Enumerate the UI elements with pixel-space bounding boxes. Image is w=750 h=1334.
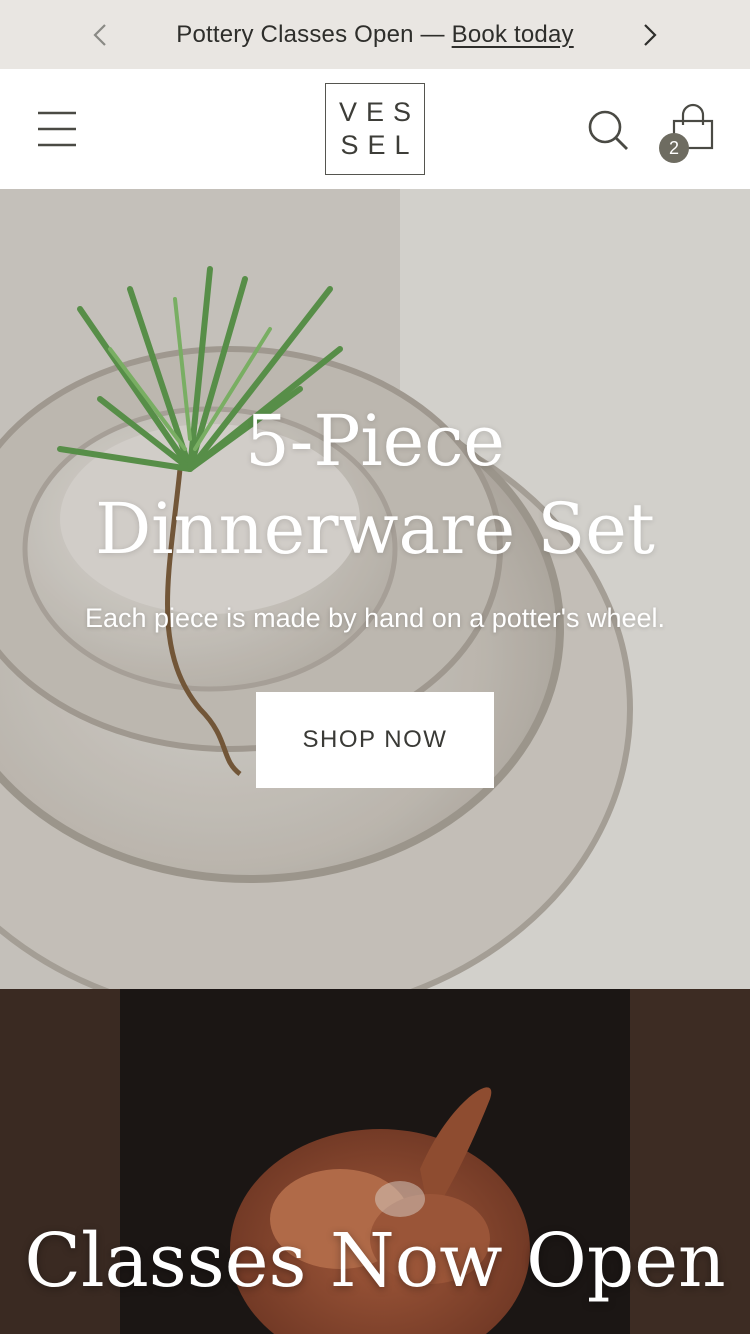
search-button[interactable]	[586, 108, 630, 152]
site-header: VES SEL 2	[0, 69, 750, 189]
hero-title: 5-Piece Dinnerware Set	[0, 397, 750, 573]
vessel-logo[interactable]: VES SEL	[325, 83, 425, 175]
announcement-prev-button[interactable]	[70, 0, 130, 69]
announcement-bar: Pottery Classes Open — Book today	[0, 0, 750, 69]
hero-title-line-1: 5-Piece	[245, 400, 505, 482]
book-today-link[interactable]: Book today	[452, 21, 574, 48]
cart-button[interactable]: 2	[656, 103, 720, 165]
hero-banner: 5-Piece Dinnerware Set Each piece is mad…	[0, 189, 750, 989]
classes-banner[interactable]: Classes Now Open	[0, 989, 750, 1334]
chevron-right-icon	[644, 23, 657, 46]
announcement-message: Pottery Classes Open — Book today	[176, 21, 573, 49]
logo-line-1: VES	[338, 97, 421, 127]
hero-title-line-2: Dinnerware Set	[95, 488, 655, 570]
cart-count-badge: 2	[659, 133, 689, 163]
announcement-next-button[interactable]	[620, 0, 680, 69]
classes-title: Classes Now Open	[24, 1218, 726, 1304]
hamburger-menu-icon	[38, 111, 76, 147]
announcement-text: Pottery Classes Open —	[176, 20, 445, 48]
menu-button[interactable]	[36, 109, 78, 149]
hero-subtitle: Each piece is made by hand on a potter's…	[84, 603, 665, 633]
chevron-left-icon	[93, 23, 106, 46]
search-icon	[588, 110, 628, 150]
logo-line-2: SEL	[340, 130, 419, 160]
hero-overlay	[0, 189, 750, 989]
shop-now-button[interactable]: SHOP NOW	[256, 692, 494, 788]
